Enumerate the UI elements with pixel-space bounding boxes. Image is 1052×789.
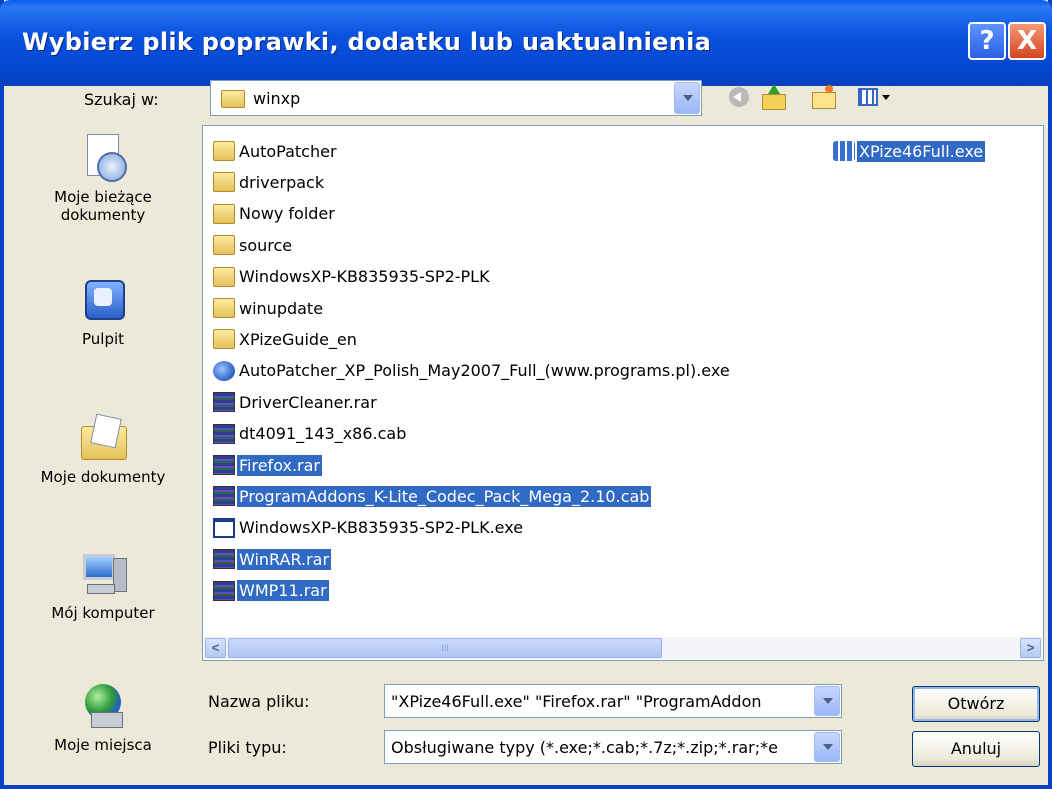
lookin-value: winxp [253,89,301,108]
file-name: WMP11.rar [237,580,329,602]
title-bar[interactable]: Wybierz plik poprawki, dodatku lub uaktu… [0,0,1052,86]
dialog-title: Wybierz plik poprawki, dodatku lub uaktu… [22,28,712,56]
application-icon [213,517,235,538]
place-recent[interactable]: Moje bieżące dokumenty [12,134,194,224]
file-item[interactable]: Nowy folder [213,201,337,227]
views-menu-icon[interactable] [856,84,892,110]
file-item[interactable]: ProgramAddons_K-Lite_Codec_Pack_Mega_2.1… [213,483,652,509]
desktop-icon [79,276,127,324]
filename-combo[interactable]: "XPize46Full.exe" "Firefox.rar" "Program… [384,684,842,718]
new-folder-icon[interactable] [810,84,836,110]
filename-value[interactable]: "XPize46Full.exe" "Firefox.rar" "Program… [391,692,809,711]
folder-icon [213,298,235,318]
file-item[interactable]: source [213,232,294,258]
place-desktop[interactable]: Pulpit [12,276,194,348]
folder-icon [221,90,245,108]
file-name: WindowsXP-KB835935-SP2-PLK.exe [239,518,524,538]
file-item[interactable]: WinRAR.rar [213,546,332,572]
up-folder-icon[interactable] [760,84,786,110]
file-name: winupdate [239,298,324,318]
file-name: Firefox.rar [237,454,322,476]
lookin-label: Szukaj w: [84,90,159,109]
back-icon[interactable] [726,84,752,110]
recent-documents-icon [79,134,127,182]
file-name: Nowy folder [239,204,335,224]
filename-label: Nazwa pliku: [208,692,310,711]
my-documents-icon [79,413,127,462]
cancel-button[interactable]: Anuluj [912,731,1040,767]
file-open-dialog: Wybierz plik poprawki, dodatku lub uaktu… [0,0,1052,789]
folder-icon [213,329,235,350]
file-name: WinRAR.rar [237,548,332,570]
archive-icon [213,486,235,507]
file-name: driverpack [239,172,325,192]
lookin-dropdown-button[interactable] [674,82,700,114]
file-item[interactable]: WindowsXP-KB835935-SP2-PLK.exe [213,515,525,541]
open-button[interactable]: Otwórz [912,686,1040,722]
places-bar: Moje bieżące dokumenty Pulpit Moje dokum… [12,120,194,776]
file-name: XPizeGuide_en [239,329,357,349]
scroll-left-button[interactable]: < [205,638,226,658]
scroll-right-label: > [1026,640,1035,655]
filetype-label: Pliki typu: [208,738,287,757]
xpize-icon [833,141,855,161]
folder-icon [213,235,235,256]
file-item[interactable]: Firefox.rar [213,452,322,478]
file-name: WindowsXP-KB835935-SP2-PLK [239,267,490,287]
filetype-value: Obsługiwane typy (*.exe;*.cab;*.7z;*.zip… [391,738,778,757]
file-name: ProgramAddons_K-Lite_Codec_Pack_Mega_2.1… [237,485,652,507]
file-item[interactable]: AutoPatcher_XP_Polish_May2007_Full_(www.… [213,358,732,384]
place-label: Moje dokumenty [40,468,166,486]
file-name: dt4091_143_x86.cab [239,424,407,444]
horizontal-scrollbar[interactable]: < III > [204,637,1042,659]
scroll-left-label: < [211,640,220,655]
place-label: Moje miejsca [54,736,152,754]
file-item[interactable]: driverpack [213,169,326,195]
folder-icon [213,266,235,287]
close-button[interactable]: X [1008,22,1046,60]
archive-icon [213,455,235,475]
file-name: AutoPatcher_XP_Polish_May2007_Full_(www.… [239,361,730,381]
network-places-icon [79,682,127,730]
setup-icon [213,360,235,381]
file-name: AutoPatcher [239,141,337,161]
file-item[interactable]: AutoPatcher [213,138,339,164]
filename-dropdown-button[interactable] [814,686,840,716]
scroll-right-button[interactable]: > [1020,638,1041,658]
file-item[interactable]: XPize46Full.exe [833,138,986,164]
archive-icon [213,423,235,444]
my-computer-icon [79,550,127,598]
filetype-dropdown-button[interactable] [814,732,840,762]
file-name: XPize46Full.exe [857,140,986,162]
folder-icon [213,203,235,224]
place-label: Moje bieżące dokumenty [54,188,152,224]
archive-icon [213,549,235,570]
file-name: DriverCleaner.rar [239,392,377,412]
place-label: Pulpit [81,330,125,348]
filetype-combo[interactable]: Obsługiwane typy (*.exe;*.cab;*.7z;*.zip… [384,730,842,764]
place-my-documents[interactable]: Moje dokumenty [12,413,194,486]
folder-icon [213,172,235,193]
file-list[interactable]: AutoPatcher driverpack Nowy folder source Wi… [202,125,1044,661]
lookin-combo[interactable]: winxp [210,80,702,116]
scroll-grip-label: III [441,643,449,653]
archive-icon [213,580,235,601]
place-network[interactable]: Moje miejsca [12,682,194,754]
file-item[interactable]: XPizeGuide_en [213,326,359,352]
file-item[interactable]: dt4091_143_x86.cab [213,421,408,447]
archive-icon [213,392,235,413]
file-item[interactable]: WMP11.rar [213,578,329,604]
file-item[interactable]: winupdate [213,295,325,321]
place-label: Mój komputer [51,604,155,622]
place-my-computer[interactable]: Mój komputer [12,550,194,622]
help-button[interactable]: ? [968,22,1006,60]
folder-icon [213,141,235,161]
file-item[interactable]: WindowsXP-KB835935-SP2-PLK [213,264,492,290]
file-name: source [239,235,293,255]
scroll-thumb[interactable]: III [228,638,662,658]
file-item[interactable]: DriverCleaner.rar [213,389,379,415]
